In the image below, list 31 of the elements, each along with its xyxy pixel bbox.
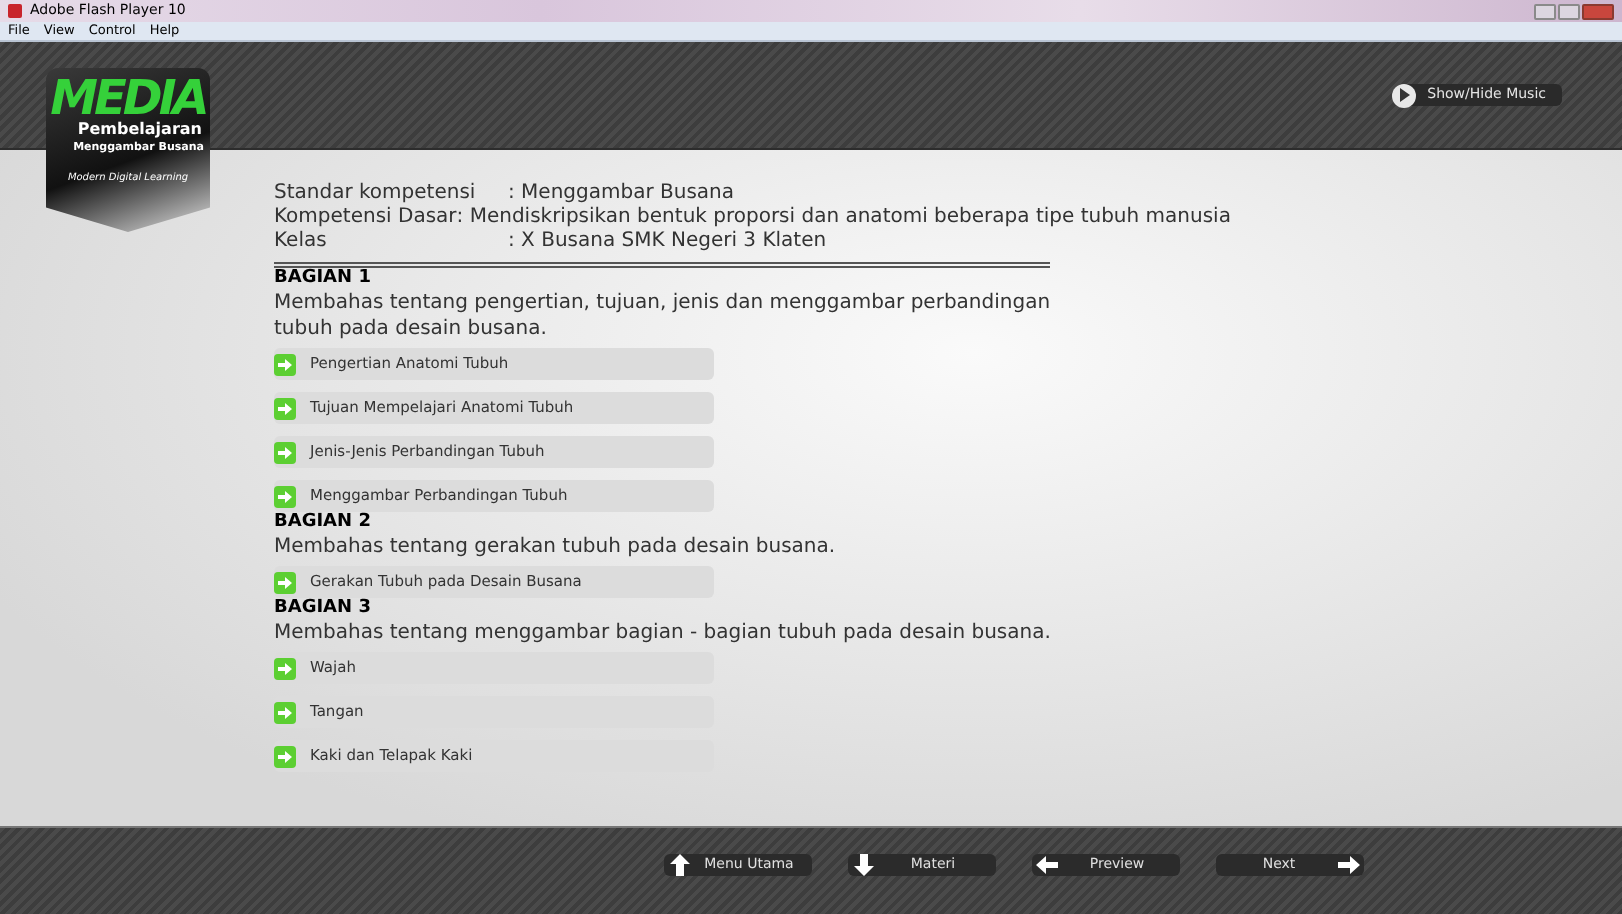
info-label: Kelas (274, 230, 329, 254)
up-arrow-icon (668, 854, 690, 876)
info-value: : Menggambar Busana (508, 182, 734, 206)
arrow-icon (274, 571, 296, 593)
info-value: : Mendiskripsikan bentuk proporsi dan anatomi beberapa tipe tubuh manusia (456, 206, 1231, 230)
arrow-icon (274, 701, 296, 723)
section-title: BAGIAN 2 (274, 512, 373, 534)
left-arrow-icon (1036, 854, 1058, 876)
maximize-button[interactable] (1558, 3, 1580, 19)
arrow-icon (274, 353, 296, 375)
logo-subtitle: Pembelajaran (77, 120, 204, 140)
section-title: BAGIAN 3 (274, 598, 373, 620)
arrow-icon (274, 745, 296, 767)
arrow-icon (274, 441, 296, 463)
play-icon (1391, 83, 1416, 107)
section-description: Membahas tentang menggambar bagian - bagian tubuh pada desain busana. (274, 620, 1053, 646)
minimize-button[interactable] (1534, 3, 1556, 19)
section-description: Membahas tentang pengertian, tujuan, jenis dan menggambar perbandingan tubuh pada desain busana. (274, 290, 1053, 342)
section-title: BAGIAN 1 (274, 268, 373, 290)
arrow-icon (274, 485, 296, 507)
info-label: Standar kompetensi (274, 182, 478, 206)
arrow-icon (274, 657, 296, 679)
info-label: Kompetensi Dasar (274, 206, 457, 230)
section-description: Membahas tentang gerakan tubuh pada desain busana. (274, 534, 838, 560)
logo-title: MEDIA (50, 76, 206, 120)
arrow-icon (274, 397, 296, 419)
down-arrow-icon (852, 854, 874, 876)
close-button[interactable] (1582, 3, 1614, 19)
info-value: : X Busana SMK Negeri 3 Klaten (508, 230, 827, 254)
flash-icon (8, 4, 22, 18)
right-arrow-icon (1338, 854, 1360, 876)
